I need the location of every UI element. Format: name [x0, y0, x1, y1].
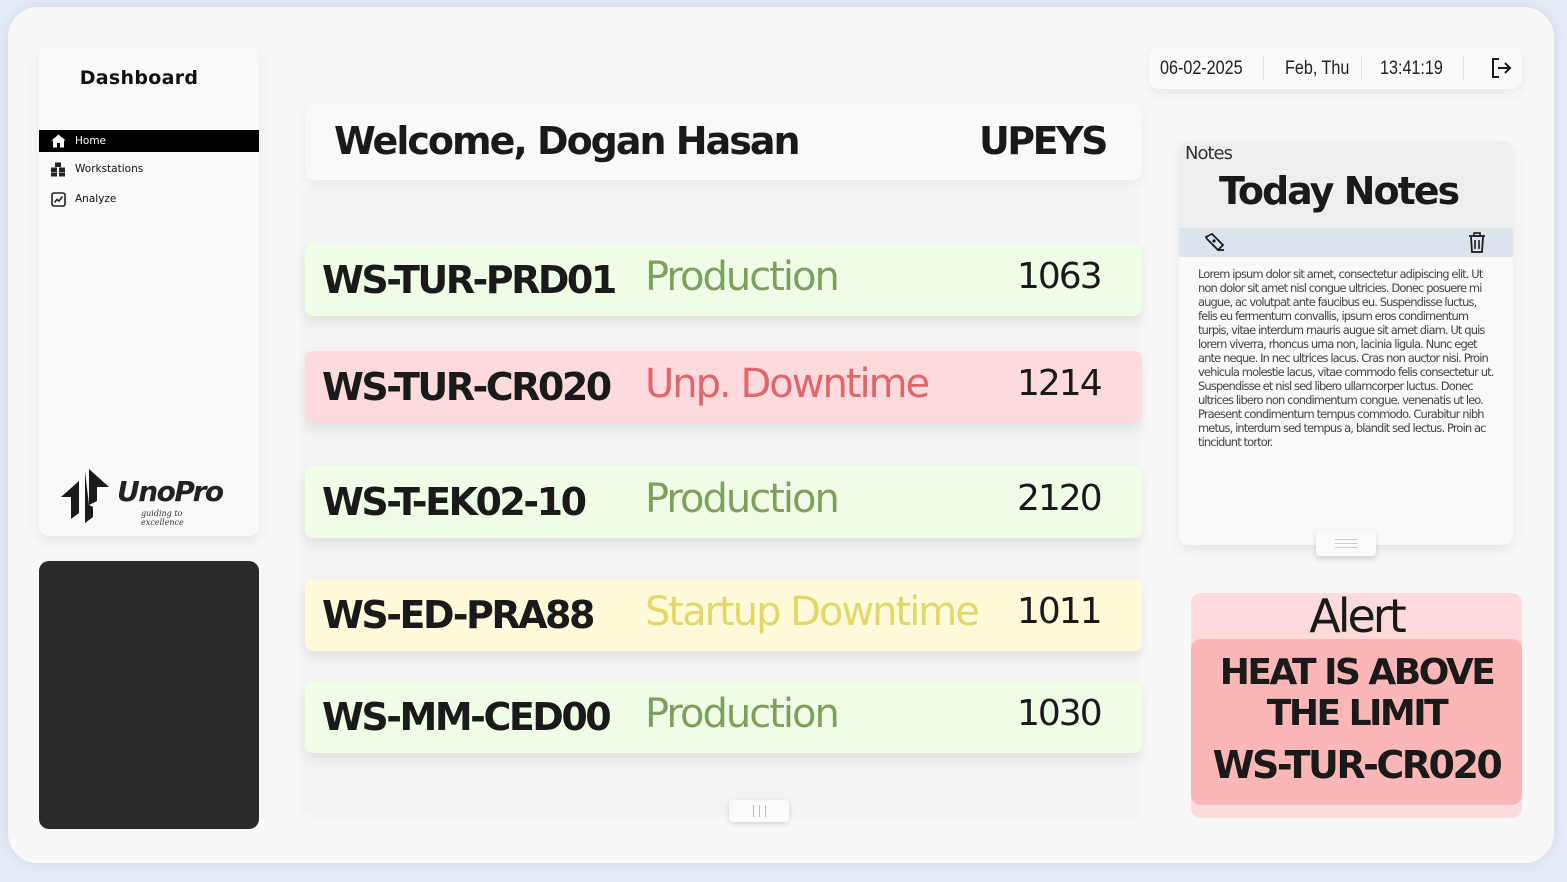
welcome-title: Welcome, Dogan Hasan — [334, 119, 801, 163]
workstation-status: Production — [645, 476, 840, 522]
workstation-row[interactable]: WS-TUR-CR020 Unp. Downtime 1214 — [305, 351, 1142, 423]
current-day: Feb, Thu — [1285, 58, 1350, 79]
sidebar-item-label: Workstations — [75, 163, 144, 175]
divider — [1463, 55, 1464, 81]
workstation-status: Unp. Downtime — [645, 361, 930, 407]
workstation-row[interactable]: WS-MM-CED00 Production 1030 — [305, 681, 1142, 753]
sidebar-item-workstations[interactable]: Workstations — [39, 158, 259, 180]
brand-name: UPEYS — [978, 119, 1109, 163]
logo-tagline: guiding to excellence — [141, 509, 184, 527]
sidebar: Dashboard Home Workstations Analyze UnoP… — [39, 47, 259, 536]
alert-body: HEAT IS ABOVE THE LIMIT WS-TUR-CR020 — [1191, 639, 1522, 805]
pen-icon[interactable] — [1203, 231, 1227, 255]
workstation-value: 1063 — [1017, 256, 1103, 297]
welcome-header: Welcome, Dogan Hasan UPEYS — [305, 103, 1142, 180]
workstation-id: WS-TUR-PRD01 — [322, 258, 617, 302]
logo-text: UnoPro — [117, 475, 224, 508]
workstation-value: 2120 — [1017, 478, 1103, 519]
notes-resize-handle[interactable] — [1316, 530, 1376, 556]
date-time-bar: 06-02-2025 Feb, Thu 13:41:19 — [1149, 47, 1522, 89]
workstation-id: WS-MM-CED00 — [322, 695, 612, 739]
notes-header: Notes Today Notes — [1179, 141, 1513, 228]
notes-label: Notes — [1185, 143, 1233, 164]
sidebar-item-label: Home — [75, 135, 107, 147]
workstations-icon — [50, 161, 66, 177]
sidebar-item-label: Analyze — [75, 193, 117, 205]
workstation-status: Startup Downtime — [645, 589, 980, 635]
notes-toolbar — [1179, 228, 1513, 257]
alert-message: HEAT IS ABOVE THE LIMIT — [1219, 652, 1496, 734]
chart-icon — [50, 191, 66, 207]
workstation-row[interactable]: WS-T-EK02-10 Production 2120 — [305, 466, 1142, 538]
workstation-status: Production — [645, 254, 840, 300]
workstation-id: WS-TUR-CR020 — [322, 365, 612, 409]
workstation-id: WS-T-EK02-10 — [322, 480, 587, 524]
current-time: 13:41:19 — [1380, 58, 1443, 79]
sidebar-item-analyze[interactable]: Analyze — [39, 188, 259, 210]
dark-panel — [39, 561, 259, 829]
workstation-status: Production — [645, 691, 840, 737]
divider — [1263, 55, 1264, 81]
notes-title: Today Notes — [1219, 169, 1460, 213]
alert-workstation: WS-TUR-CR020 — [1212, 743, 1503, 787]
alert-title: Alert — [1309, 589, 1407, 643]
unopro-logo: UnoPro guiding to excellence — [59, 467, 224, 527]
workstation-row[interactable]: WS-ED-PRA88 Startup Downtime 1011 — [305, 579, 1142, 651]
current-date: 06-02-2025 — [1160, 58, 1243, 79]
notes-content[interactable]: Lorem ipsum dolor sit amet, consectetur … — [1198, 267, 1494, 449]
workstation-value: 1214 — [1017, 363, 1103, 404]
home-icon — [50, 133, 66, 149]
logo-mark-icon — [61, 469, 109, 523]
workstation-value: 1011 — [1017, 591, 1103, 632]
workstation-value: 1030 — [1017, 693, 1103, 734]
alert-panel: Alert HEAT IS ABOVE THE LIMIT WS-TUR-CR0… — [1191, 589, 1522, 818]
workstation-id: WS-ED-PRA88 — [322, 593, 595, 637]
sidebar-title: Dashboard — [79, 67, 199, 89]
divider — [1361, 55, 1362, 81]
trash-icon[interactable] — [1466, 231, 1488, 255]
notes-panel: Notes Today Notes Lorem ipsum dolor sit … — [1179, 141, 1513, 545]
logout-icon[interactable] — [1489, 56, 1513, 80]
sidebar-item-home[interactable]: Home — [39, 130, 259, 152]
list-resize-handle[interactable] — [729, 800, 789, 822]
workstation-row[interactable]: WS-TUR-PRD01 Production 1063 — [305, 244, 1142, 316]
